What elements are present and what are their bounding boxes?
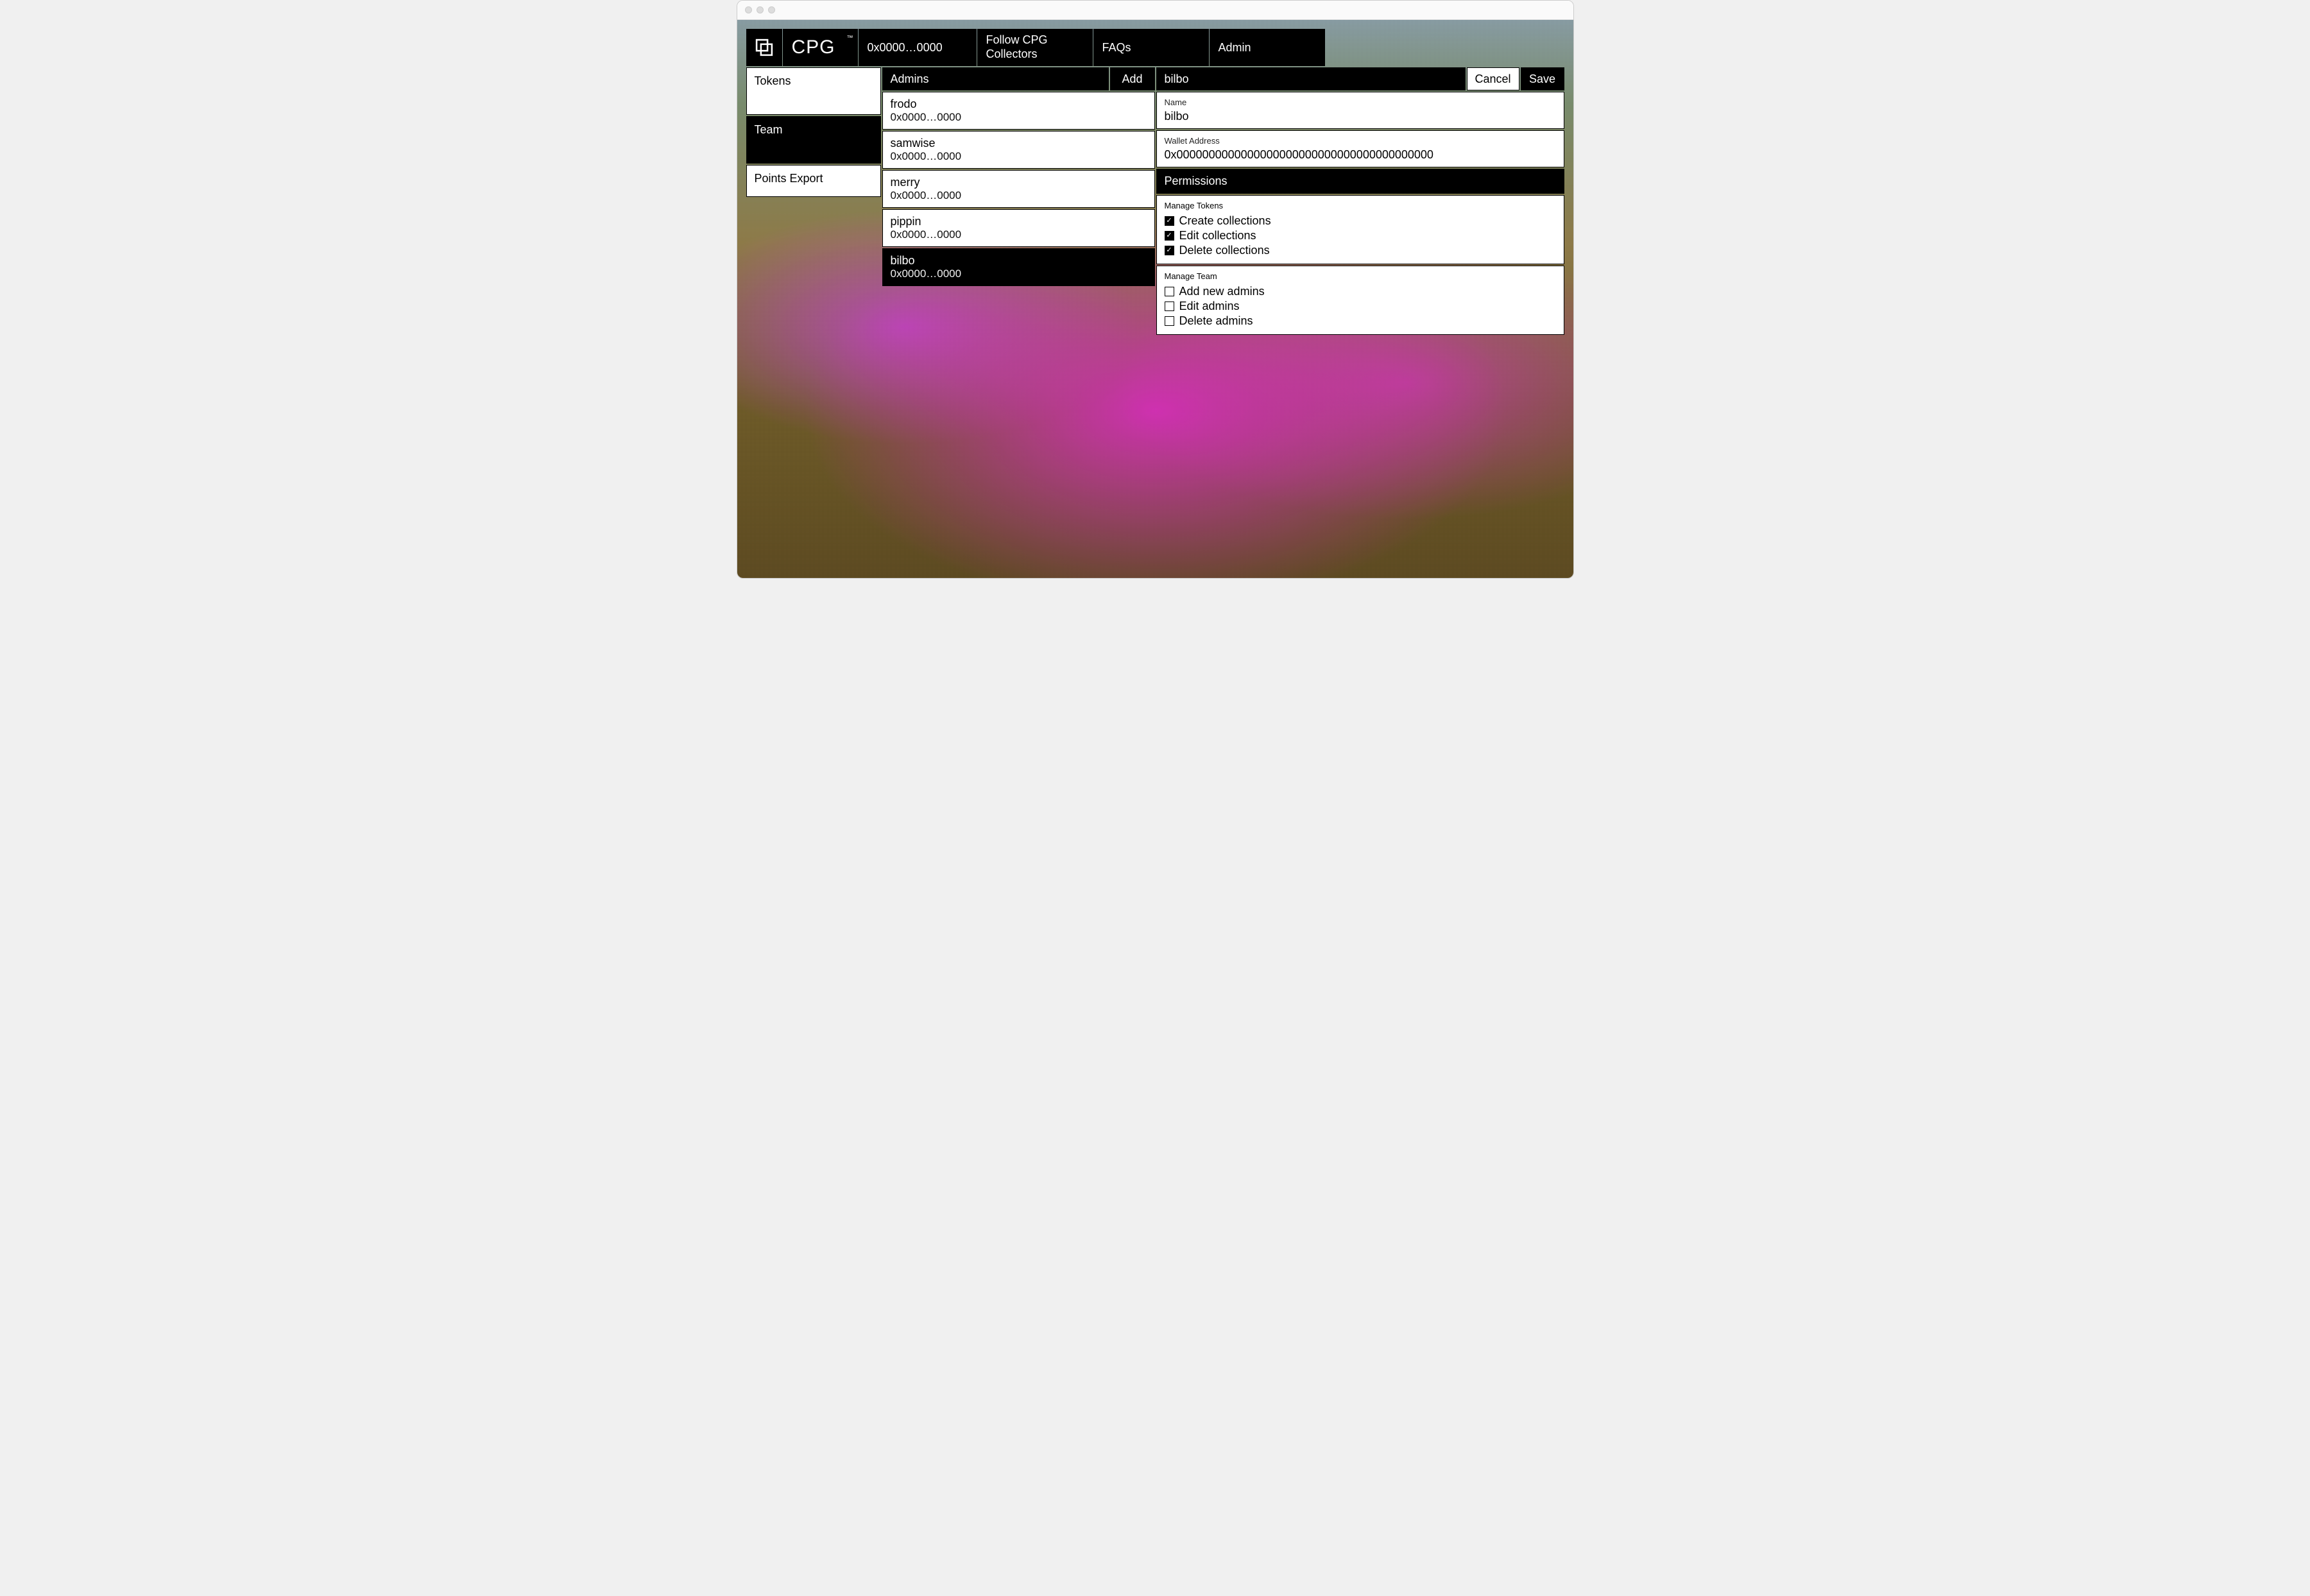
permission-item[interactable]: Delete admins — [1165, 314, 1556, 328]
brand-text: CPG — [792, 37, 835, 58]
permission-item-label: Create collections — [1179, 214, 1271, 228]
admins-header-title: Admins — [882, 67, 1109, 90]
admin-row-bilbo[interactable]: bilbo0x0000…0000 — [882, 248, 1155, 286]
wallet-field-label: Wallet Address — [1165, 136, 1556, 146]
permission-item-label: Delete admins — [1179, 314, 1253, 328]
permission-group-title: Manage Team — [1165, 271, 1556, 281]
detail-title: bilbo — [1156, 67, 1466, 90]
sidebar-item-tokens[interactable]: Tokens — [746, 67, 881, 115]
add-admin-button[interactable]: Add — [1110, 67, 1155, 90]
sidebar: Tokens Team Points Export — [746, 67, 881, 335]
admin-row-address: 0x0000…0000 — [891, 189, 1147, 202]
checkbox-icon[interactable] — [1165, 231, 1174, 241]
permission-item[interactable]: Edit collections — [1165, 229, 1556, 242]
sidebar-item-label: Points Export — [755, 172, 823, 185]
sidebar-item-team[interactable]: Team — [746, 116, 881, 164]
permission-group: Manage Tokens Create collectionsEdit coll… — [1156, 195, 1564, 264]
wallet-field-value: 0x00000000000000000000000000000000000000… — [1165, 148, 1556, 162]
checkbox-icon[interactable] — [1165, 287, 1174, 296]
sidebar-item-points-export[interactable]: Points Export — [746, 165, 881, 197]
permission-group: Manage Team Add new admins Edit adminsDele… — [1156, 266, 1564, 335]
admin-row-merry[interactable]: merry0x0000…0000 — [882, 170, 1155, 208]
save-button[interactable]: Save — [1521, 67, 1564, 90]
permission-item-label: Delete collections — [1179, 244, 1270, 257]
checkbox-icon[interactable] — [1165, 301, 1174, 311]
nav-follow-line2: Collectors — [986, 47, 1048, 62]
permission-group-title: Manage Tokens — [1165, 201, 1556, 210]
logo[interactable] — [746, 29, 782, 66]
nav-faqs-text: FAQs — [1102, 41, 1131, 55]
permission-item[interactable]: Edit admins — [1165, 300, 1556, 313]
top-nav: CPG ™ 0x0000…0000 Follow CPG Collectors … — [746, 29, 1564, 66]
checkbox-icon[interactable] — [1165, 316, 1174, 326]
permission-item[interactable]: Create collections — [1165, 214, 1556, 228]
checkbox-icon[interactable] — [1165, 216, 1174, 226]
nav-follow-line1: Follow CPG — [986, 33, 1048, 47]
logo-icon — [753, 37, 775, 58]
permissions-header: Permissions — [1156, 169, 1564, 194]
detail-column: bilbo Cancel Save Name bilbo — [1156, 67, 1564, 335]
admin-row-name: frodo — [891, 98, 1147, 111]
browser-window: CPG ™ 0x0000…0000 Follow CPG Collectors … — [737, 0, 1574, 579]
sidebar-item-label: Tokens — [755, 74, 791, 87]
admin-row-address: 0x0000…0000 — [891, 111, 1147, 124]
permission-groups: Manage Tokens Create collectionsEdit coll… — [1156, 195, 1564, 335]
nav-admin[interactable]: Admin — [1210, 29, 1325, 66]
admin-row-name: samwise — [891, 137, 1147, 150]
admin-row-frodo[interactable]: frodo0x0000…0000 — [882, 92, 1155, 130]
window-maximize-icon[interactable] — [768, 6, 775, 13]
name-field-label: Name — [1165, 98, 1556, 107]
window-minimize-icon[interactable] — [757, 6, 764, 13]
detail-header: bilbo Cancel Save — [1156, 67, 1564, 90]
admin-row-samwise[interactable]: samwise0x0000…0000 — [882, 131, 1155, 169]
admin-row-name: pippin — [891, 215, 1147, 228]
permission-item[interactable]: Add new admins — [1165, 285, 1556, 298]
permission-item[interactable]: Delete collections — [1165, 244, 1556, 257]
window-close-icon[interactable] — [745, 6, 752, 13]
checkbox-icon[interactable] — [1165, 246, 1174, 255]
admin-row-pippin[interactable]: pippin0x0000…0000 — [882, 209, 1155, 247]
brand-tm: ™ — [847, 35, 854, 42]
nav-wallet-text: 0x0000…0000 — [868, 41, 943, 55]
admins-header: Admins Add — [882, 67, 1155, 90]
admin-row-address: 0x0000…0000 — [891, 267, 1147, 280]
permission-item-label: Edit collections — [1179, 229, 1256, 242]
viewport: CPG ™ 0x0000…0000 Follow CPG Collectors … — [737, 20, 1573, 578]
cancel-button[interactable]: Cancel — [1467, 67, 1519, 90]
brand[interactable]: CPG ™ — [783, 29, 858, 66]
main-grid: Tokens Team Points Export Admins — [746, 67, 1564, 335]
nav-follow[interactable]: Follow CPG Collectors — [977, 29, 1093, 66]
window-titlebar — [737, 1, 1573, 20]
nav-admin-text: Admin — [1219, 41, 1251, 55]
admin-row-address: 0x0000…0000 — [891, 150, 1147, 163]
nav-wallet[interactable]: 0x0000…0000 — [859, 29, 977, 66]
admins-list: frodo0x0000…0000samwise0x0000…0000merry0… — [882, 92, 1155, 286]
admin-row-name: merry — [891, 176, 1147, 189]
sidebar-item-label: Team — [755, 123, 783, 136]
nav-faqs[interactable]: FAQs — [1093, 29, 1209, 66]
permission-item-label: Add new admins — [1179, 285, 1265, 298]
permission-item-label: Edit admins — [1179, 300, 1240, 313]
admins-column: Admins Add frodo0x0000…0000samwise0x0000… — [882, 67, 1155, 335]
name-field-value: bilbo — [1165, 110, 1556, 123]
wallet-field[interactable]: Wallet Address 0x00000000000000000000000… — [1156, 130, 1564, 167]
admin-row-name: bilbo — [891, 254, 1147, 267]
admin-row-address: 0x0000…0000 — [891, 228, 1147, 241]
name-field[interactable]: Name bilbo — [1156, 92, 1564, 129]
